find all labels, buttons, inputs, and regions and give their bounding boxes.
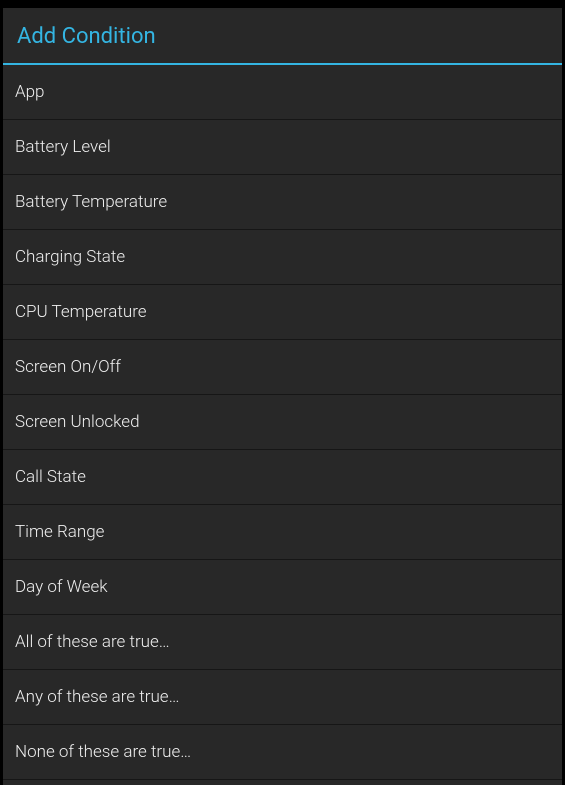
condition-item-cpu-temperature[interactable]: CPU Temperature: [3, 285, 562, 340]
dialog-header: Add Condition: [3, 8, 562, 65]
condition-item-none-true[interactable]: None of these are true…: [3, 725, 562, 780]
condition-item-day-of-week[interactable]: Day of Week: [3, 560, 562, 615]
background-activity-hint: [0, 0, 8, 4]
condition-list: App Battery Level Battery Temperature Ch…: [3, 65, 562, 785]
condition-item-screen-unlocked[interactable]: Screen Unlocked: [3, 395, 562, 450]
condition-item-app[interactable]: App: [3, 65, 562, 120]
condition-item-all-true[interactable]: All of these are true…: [3, 615, 562, 670]
add-condition-dialog: Add Condition App Battery Level Battery …: [3, 8, 562, 785]
condition-item-screen-on-off[interactable]: Screen On/Off: [3, 340, 562, 395]
condition-item-battery-level[interactable]: Battery Level: [3, 120, 562, 175]
condition-item-any-true[interactable]: Any of these are true…: [3, 670, 562, 725]
condition-item-charging-state[interactable]: Charging State: [3, 230, 562, 285]
condition-item-time-range[interactable]: Time Range: [3, 505, 562, 560]
condition-item-battery-temperature[interactable]: Battery Temperature: [3, 175, 562, 230]
condition-item-call-state[interactable]: Call State: [3, 450, 562, 505]
dialog-title: Add Condition: [17, 24, 548, 49]
